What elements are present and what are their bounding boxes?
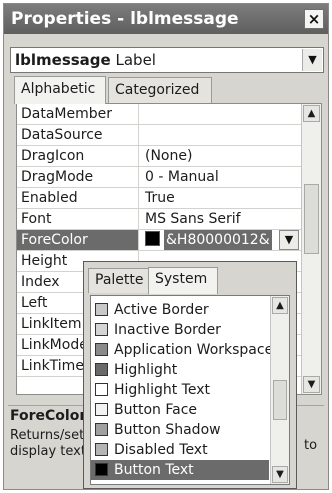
title-bar[interactable]: Properties - lblmessage × [4,4,328,34]
object-name: lblmessage [15,51,111,69]
color-item-button-shadow[interactable]: Button Shadow [91,420,269,440]
system-color-list: Active Border Inactive Border Applicatio… [90,295,290,485]
description-title: ForeColor [10,408,87,424]
scroll-down-icon[interactable]: ▼ [272,466,288,483]
object-type: Label [115,51,156,69]
property-row[interactable]: DataSource [17,125,301,146]
color-swatch [95,303,108,316]
property-value: (None) [145,148,193,164]
property-row[interactable]: Font MS Sans Serif [17,209,301,230]
color-item-label: Button Shadow [114,422,221,438]
color-item-label: Application Workspace [114,342,274,358]
properties-window: Properties - lblmessage × lblmessage Lab… [3,3,329,490]
color-item-button-face[interactable]: Button Face [91,400,269,420]
color-item-label: Inactive Border [114,322,221,338]
color-item-active-border[interactable]: Active Border [91,300,269,320]
property-row[interactable]: DataMember [17,104,301,125]
color-swatch [145,231,160,246]
scroll-thumb[interactable] [273,380,287,420]
property-name: DragMode [17,167,139,187]
color-swatch [95,323,108,336]
property-name: ForeColor [17,230,139,250]
scroll-down-icon[interactable]: ▼ [303,376,320,393]
property-name: DragIcon [17,146,139,166]
color-swatch [95,463,108,476]
color-item-button-text[interactable]: Button Text [91,460,269,480]
color-swatch [95,383,108,396]
color-swatch [95,443,108,456]
color-item-inactive-border[interactable]: Inactive Border [91,320,269,340]
property-name: Enabled [17,188,139,208]
property-value[interactable]: &H80000012& [145,230,272,250]
tab-categorized[interactable]: Categorized [108,77,212,103]
color-swatch [95,403,108,416]
property-row[interactable]: DragIcon (None) [17,146,301,167]
color-item-label: Highlight Text [114,382,210,398]
property-name: DataMember [17,104,139,124]
forecolor-dropdown-button[interactable]: ▼ [279,230,299,250]
color-item-label: Button Face [114,402,198,418]
property-row-forecolor[interactable]: ForeColor &H80000012& [17,230,301,251]
color-list-scrollbar[interactable]: ▲ ▼ [270,296,289,484]
tab-palette[interactable]: Palette [88,268,150,293]
color-swatch [95,343,108,356]
color-swatch [95,363,108,376]
color-item-label: Disabled Text [114,442,208,458]
forecolor-value: &H80000012& [164,230,272,250]
property-grid-scrollbar[interactable]: ▲ ▼ [301,104,321,394]
scroll-thumb[interactable] [304,184,319,254]
property-value: True [145,190,175,206]
color-item-application-workspace[interactable]: Application Workspace [91,340,273,360]
property-name: DataSource [17,125,139,145]
color-picker-popup: Palette System Active Border Inactive Bo… [83,261,297,489]
chevron-down-icon[interactable]: ▼ [302,49,322,71]
color-item-label: Highlight [114,362,178,378]
window-title: Properties - lblmessage [11,9,239,29]
scroll-up-icon[interactable]: ▲ [303,105,320,122]
color-item-highlight[interactable]: Highlight [91,360,269,380]
color-item-label: Button Text [114,462,194,478]
color-item-label: Active Border [114,302,209,318]
property-name: Font [17,209,139,229]
property-row[interactable]: DragMode 0 - Manual [17,167,301,188]
property-value: MS Sans Serif [145,211,241,227]
description-tail: to [304,438,318,453]
tab-alphabetic[interactable]: Alphabetic [14,76,106,104]
property-value: 0 - Manual [145,169,219,185]
property-row[interactable]: Enabled True [17,188,301,209]
color-item-highlight-text[interactable]: Highlight Text [91,380,269,400]
tab-system[interactable]: System [148,267,218,294]
scroll-up-icon[interactable]: ▲ [272,297,288,314]
color-swatch [95,423,108,436]
color-item-disabled-text[interactable]: Disabled Text [91,440,269,460]
object-selector[interactable]: lblmessage Label ▼ [10,47,324,73]
close-icon[interactable]: × [304,9,324,29]
